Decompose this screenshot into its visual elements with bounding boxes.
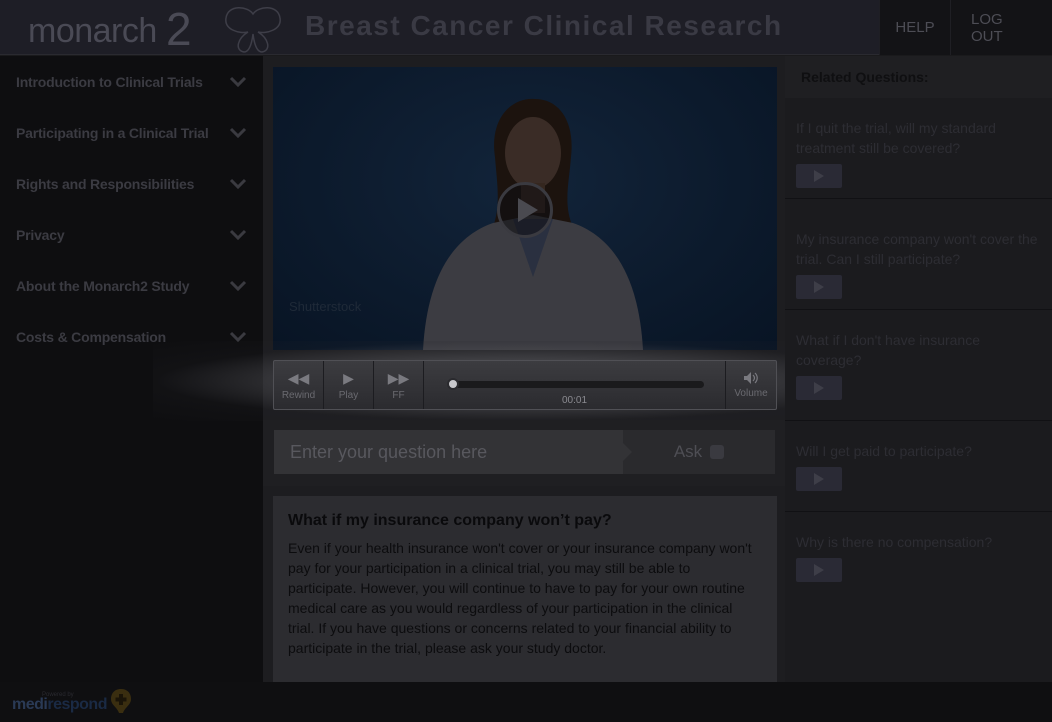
play-icon: ▶ [343,370,354,386]
sidebar-item-privacy[interactable]: Privacy [0,209,263,260]
related-play-button[interactable] [796,467,842,491]
related-question-text[interactable]: What if I don't have insurance coverage? [796,330,1040,370]
video-watermark: Shutterstock [289,299,362,314]
answer-panel: What if my insurance company won’t pay? … [273,496,777,682]
help-button[interactable]: HELP [879,0,950,55]
answer-body: Even if your health insurance won't cove… [288,540,752,656]
related-item: Why is there no compensation? [785,512,1052,603]
logout-button[interactable]: LOG OUT [950,0,1052,55]
related-play-button[interactable] [796,164,842,188]
related-play-button[interactable] [796,558,842,582]
chevron-down-icon [229,127,247,139]
play-icon [814,473,824,485]
ask-button[interactable]: Ask [622,430,775,474]
play-overlay-button[interactable] [497,182,553,238]
logo-number: 2 [166,3,192,55]
logo-text: monarch [28,12,157,50]
volume-button[interactable]: Volume [726,361,776,409]
answer-title: What if my insurance company won’t pay? [288,512,612,529]
sidebar-item-participating[interactable]: Participating in a Clinical Trial [0,107,263,158]
fast-forward-icon: ▶▶ [387,370,410,386]
progress-scrubber[interactable]: 00:01 [424,361,726,409]
sidebar-item-label: Rights and Responsibilities [16,175,195,192]
medirespond-logo[interactable]: medirespond [12,696,107,714]
chevron-down-icon [229,178,247,190]
related-question-text[interactable]: Will I get paid to participate? [796,441,1040,461]
chevron-down-icon [229,280,247,292]
ask-row: Ask [263,420,785,486]
sidebar-item-about[interactable]: About the Monarch2 Study [0,260,263,311]
fast-forward-label: FF [392,390,405,401]
video-player[interactable]: Shutterstock [273,67,777,350]
play-icon [814,564,824,576]
header: monarch 2 Breast Cancer Clinical Researc… [0,0,1052,55]
progress-handle[interactable] [447,378,459,390]
related-question-text[interactable]: My insurance company won't cover the tri… [796,229,1040,269]
related-question-text[interactable]: Why is there no compensation? [796,532,1040,552]
fast-forward-button[interactable]: ▶▶ FF [374,361,424,409]
related-item: My insurance company won't cover the tri… [785,199,1052,310]
play-button[interactable]: ▶ Play [324,361,374,409]
header-nav: HELP LOG OUT [879,0,1052,55]
sidebar-item-label: Costs & Compensation [16,328,167,345]
progress-track[interactable] [452,381,704,388]
main-content: Shutterstock ◀◀ Rewind ▶ Play ▶▶ FF 00:0… [153,56,893,682]
related-question-text[interactable]: If I quit the trial, will my standard tr… [796,118,1040,158]
chevron-down-icon [229,76,247,88]
volume-icon [744,372,758,384]
play-icon [518,198,538,222]
related-item: What if I don't have insurance coverage? [785,310,1052,421]
brand-part-a: medi [12,696,48,713]
related-title: Related Questions: [785,56,1052,98]
brand-part-b: respond [47,696,107,713]
related-item: If I quit the trial, will my standard tr… [785,98,1052,199]
sidebar-item-label: Privacy [16,226,65,243]
sidebar-item-label: Participating in a Clinical Trial [16,124,209,141]
sidebar-item-label: Introduction to Clinical Trials [16,73,203,90]
rewind-label: Rewind [281,390,316,401]
app-root: monarch 2 Breast Cancer Clinical Researc… [0,0,1052,722]
related-play-button[interactable] [796,376,842,400]
rewind-icon: ◀◀ [287,370,310,386]
volume-label: Volume [734,388,768,399]
related-play-button[interactable] [796,275,842,299]
sidebar-item-rights[interactable]: Rights and Responsibilities [0,158,263,209]
question-input[interactable] [274,430,626,474]
sidebar-item-intro[interactable]: Introduction to Clinical Trials [0,56,263,107]
speech-bubble-icon [710,445,725,459]
chevron-down-icon [229,229,247,241]
related-item: Will I get paid to participate? [785,421,1052,512]
ask-button-label: Ask [673,442,703,461]
medirespond-mark-icon [111,689,131,713]
play-icon [814,281,824,293]
butterfly-icon [225,7,281,53]
play-label: Play [338,390,359,401]
rewind-button[interactable]: ◀◀ Rewind [274,361,324,409]
site-title: Breast Cancer Clinical Research [305,10,783,41]
related-questions-panel: Related Questions: If I quit the trial, … [785,56,1052,682]
play-icon [814,170,824,182]
play-icon [814,382,824,394]
time-display: 00:01 [562,395,588,406]
sidebar-item-label: About the Monarch2 Study [16,277,190,294]
video-controls: ◀◀ Rewind ▶ Play ▶▶ FF 00:01 Volume [273,360,777,410]
footer: Powered by medirespond [0,682,1052,722]
